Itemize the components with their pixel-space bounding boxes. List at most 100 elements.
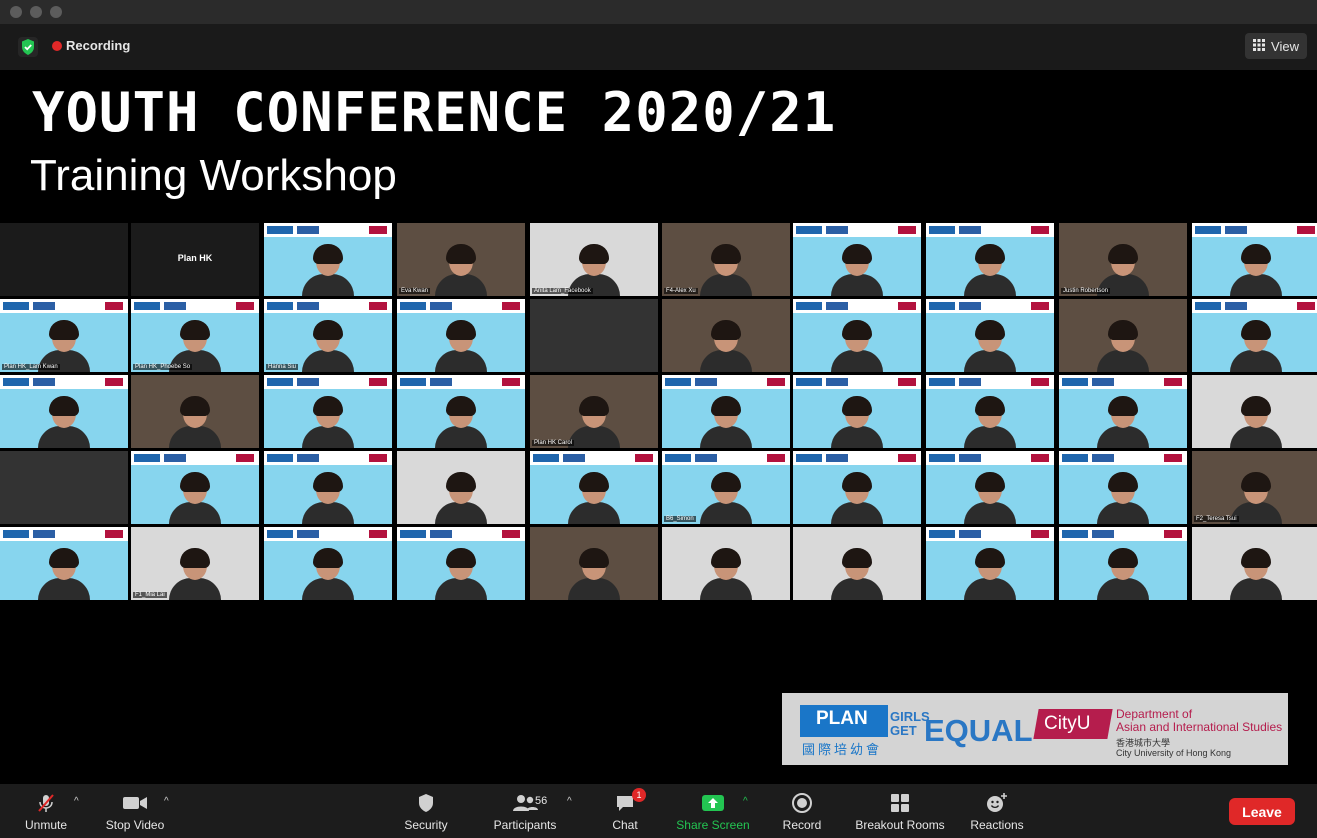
minimize-window-button[interactable] — [30, 6, 42, 18]
virtual-background-banner — [131, 299, 259, 313]
participant-tile[interactable] — [131, 451, 259, 524]
participant-tile[interactable] — [0, 451, 128, 524]
participant-tile[interactable]: F4-Alex Xu — [662, 223, 790, 296]
virtual-background-banner — [264, 375, 392, 389]
breakout-rooms-button[interactable]: Breakout Rooms — [852, 792, 948, 832]
participant-tile[interactable] — [793, 299, 921, 372]
participant-tile[interactable] — [1192, 375, 1317, 448]
participant-tile[interactable] — [264, 223, 392, 296]
virtual-background-banner — [397, 527, 525, 541]
share-screen-button[interactable]: Share Screen — [674, 792, 752, 832]
participant-tile[interactable] — [793, 527, 921, 600]
participant-video — [964, 548, 1016, 600]
participant-name: Eva Kwan — [399, 288, 431, 294]
participant-tile[interactable]: F2_Teresa Tsui — [1192, 451, 1317, 524]
view-label: View — [1271, 38, 1299, 54]
reactions-button[interactable]: Reactions — [968, 792, 1026, 832]
participant-tile[interactable] — [397, 375, 525, 448]
participant-tile[interactable] — [662, 299, 790, 372]
participant-tile[interactable]: Plan HK — [131, 223, 259, 296]
participant-tile[interactable] — [793, 451, 921, 524]
shield-check-icon[interactable] — [18, 37, 38, 57]
virtual-background-banner — [131, 451, 259, 465]
participants-options-chevron-icon[interactable]: ^ — [567, 796, 572, 807]
participant-tile[interactable]: F1_Mia Lai — [131, 527, 259, 600]
chat-button[interactable]: 1 Chat — [608, 788, 646, 832]
participant-name: F4-Alex Xu — [664, 288, 698, 294]
participant-tile[interactable] — [926, 299, 1054, 372]
participant-tile[interactable] — [926, 375, 1054, 448]
participant-video — [169, 548, 221, 600]
participant-tile[interactable] — [0, 527, 128, 600]
virtual-background-banner — [793, 223, 921, 237]
participant-tile[interactable] — [264, 375, 392, 448]
participant-tile[interactable] — [530, 527, 658, 600]
video-options-chevron-icon[interactable]: ^ — [164, 796, 169, 807]
participant-tile[interactable] — [1192, 299, 1317, 372]
participant-tile[interactable] — [397, 451, 525, 524]
participant-tile[interactable] — [793, 375, 921, 448]
virtual-background-banner — [264, 451, 392, 465]
chat-unread-badge: 1 — [632, 788, 646, 802]
stop-video-button[interactable]: Stop Video — [102, 792, 168, 832]
participant-tile[interactable] — [0, 375, 128, 448]
participant-tile[interactable] — [926, 527, 1054, 600]
participant-tile[interactable] — [662, 375, 790, 448]
participant-tile[interactable] — [1059, 527, 1187, 600]
mic-muted-icon — [22, 792, 70, 814]
participant-video — [700, 472, 752, 524]
participant-tile[interactable] — [530, 451, 658, 524]
participant-tile[interactable] — [397, 299, 525, 372]
participant-tile[interactable] — [926, 223, 1054, 296]
participant-tile[interactable] — [1059, 375, 1187, 448]
participant-tile[interactable] — [264, 451, 392, 524]
participant-tile[interactable]: Anita Lam_Facebook — [530, 223, 658, 296]
virtual-background-banner — [264, 223, 392, 237]
unmute-button[interactable]: Unmute — [22, 792, 70, 832]
leave-button[interactable]: Leave — [1229, 798, 1295, 825]
participant-tile[interactable]: Justin Robertson — [1059, 223, 1187, 296]
virtual-background-banner — [793, 375, 921, 389]
participant-tile[interactable] — [1059, 451, 1187, 524]
record-button[interactable]: Record — [780, 792, 824, 832]
participant-video — [38, 396, 90, 448]
participants-button[interactable]: 56 Participants — [490, 792, 560, 832]
participant-video — [700, 548, 752, 600]
grid-view-icon — [1253, 38, 1266, 54]
participant-tile[interactable] — [264, 527, 392, 600]
participant-tile[interactable]: Eva Kwan — [397, 223, 525, 296]
participant-tile[interactable]: Plan HK_Lam Kwan — [0, 299, 128, 372]
participant-video — [302, 320, 354, 372]
department-name: Department of Asian and International St… — [1116, 707, 1283, 734]
participant-tile[interactable] — [1192, 223, 1317, 296]
security-button[interactable]: Security — [400, 792, 452, 832]
participant-tile[interactable] — [530, 299, 658, 372]
virtual-background-banner — [793, 451, 921, 465]
participant-tile[interactable] — [131, 375, 259, 448]
participant-tile[interactable] — [662, 527, 790, 600]
participant-tile[interactable]: B6_Simon — [662, 451, 790, 524]
cityu-name: 香港城市大學 City University of Hong Kong — [1116, 738, 1232, 758]
zoom-window-button[interactable] — [50, 6, 62, 18]
participant-tile[interactable]: Plan HK_Phoebe So — [131, 299, 259, 372]
virtual-background-banner — [264, 299, 392, 313]
virtual-background-banner — [926, 223, 1054, 237]
plan-logo-text: PLAN — [816, 708, 868, 729]
participant-video — [435, 472, 487, 524]
participant-video — [169, 396, 221, 448]
close-window-button[interactable] — [10, 6, 22, 18]
participant-tile[interactable] — [926, 451, 1054, 524]
participant-count: 56 — [535, 795, 548, 807]
participant-tile[interactable] — [793, 223, 921, 296]
view-button[interactable]: View — [1245, 33, 1307, 59]
participant-tile[interactable]: Hanna Siu — [264, 299, 392, 372]
participant-tile[interactable] — [397, 527, 525, 600]
participant-tile[interactable]: Plan HK Carol — [530, 375, 658, 448]
participant-tile[interactable] — [1192, 527, 1317, 600]
audio-options-chevron-icon[interactable]: ^ — [74, 796, 79, 807]
participant-tile[interactable] — [1059, 299, 1187, 372]
share-options-chevron-icon[interactable]: ^ — [743, 796, 748, 807]
recording-label: Recording — [66, 38, 131, 53]
participant-tile[interactable] — [0, 223, 128, 296]
participant-video — [1230, 244, 1282, 296]
